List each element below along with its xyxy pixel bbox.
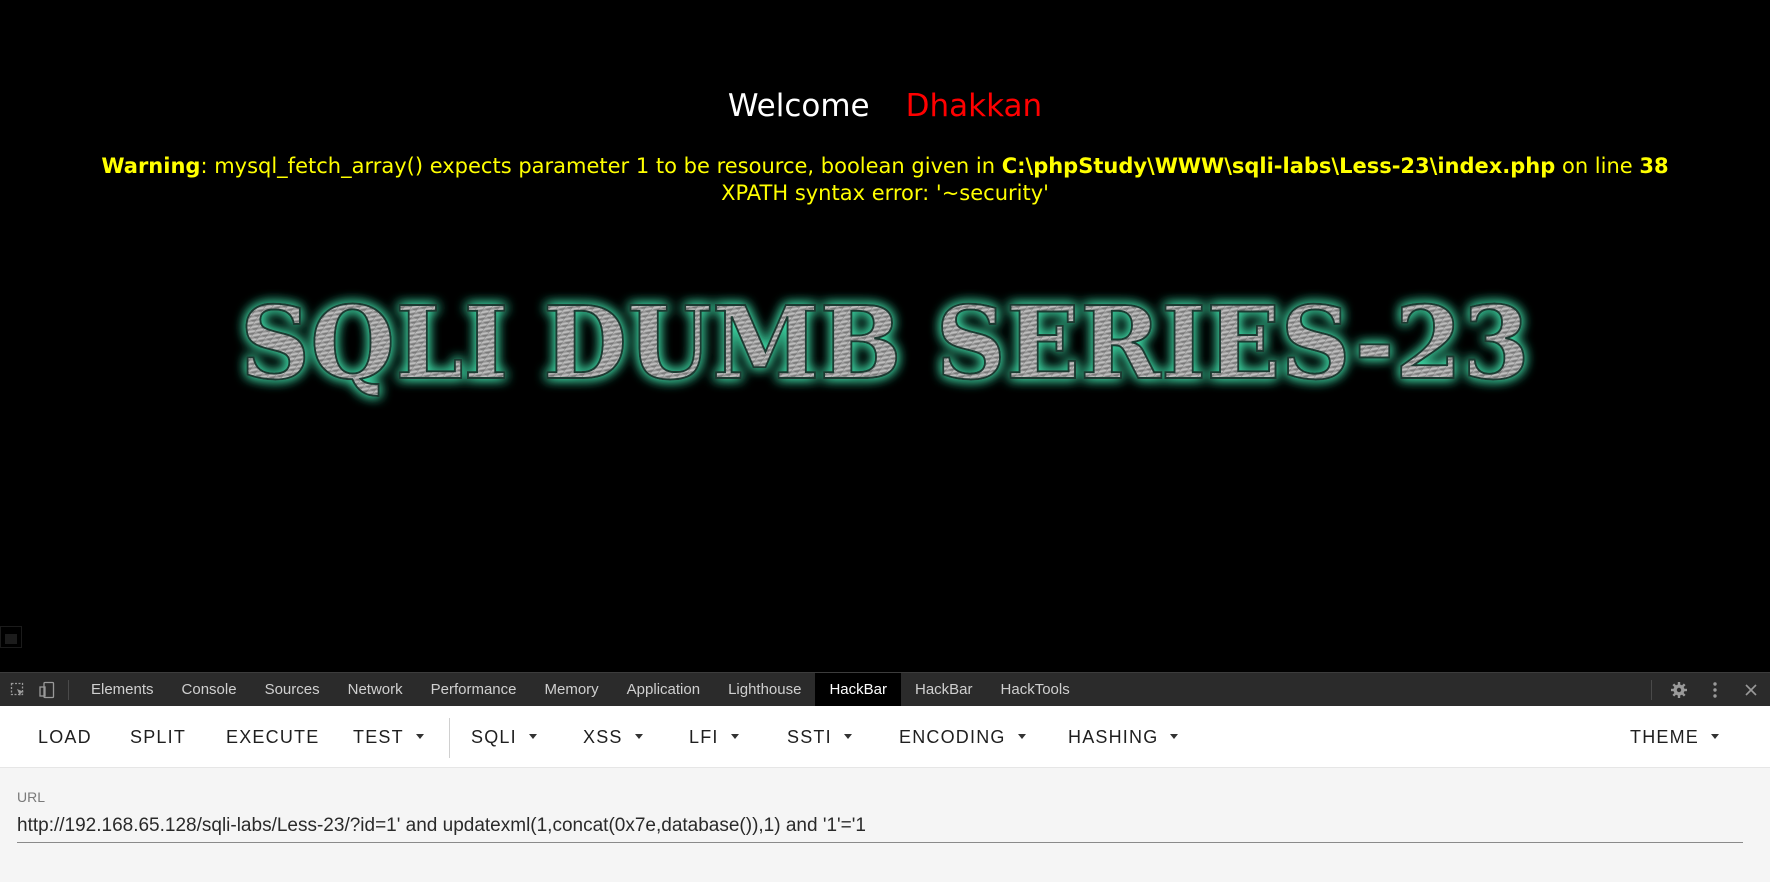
encoding-dropdown[interactable]: ENCODING <box>899 706 1026 768</box>
sqli-banner-image: SQLI DUMB SERIES-23 <box>239 283 1531 403</box>
sqli-dropdown[interactable]: SQLI <box>471 706 537 768</box>
chevron-down-icon <box>528 734 537 740</box>
url-label: URL <box>17 789 46 805</box>
chevron-down-icon <box>1017 734 1026 740</box>
xss-dropdown[interactable]: XSS <box>583 706 643 768</box>
close-icon[interactable] <box>1740 679 1762 701</box>
php-warning: Warning: mysql_fetch_array() expects par… <box>0 153 1770 207</box>
tab-hacktools[interactable]: HackTools <box>987 673 1084 707</box>
execute-button[interactable]: EXECUTE <box>226 706 319 768</box>
tab-console[interactable]: Console <box>168 673 251 707</box>
tab-hackbar-active[interactable]: HackBar <box>815 672 901 707</box>
xpath-error: XPATH syntax error: '~security' <box>721 181 1049 205</box>
warning-on-line: on line <box>1555 154 1640 178</box>
sqli-label: SQLI <box>471 727 517 747</box>
split-label: SPLIT <box>130 727 187 747</box>
warning-file: C:\phpStudy\WWW\sqli-labs\Less-23\index.… <box>1001 154 1556 178</box>
encoding-label: ENCODING <box>899 727 1006 747</box>
chevron-down-icon <box>415 734 424 740</box>
hashing-label: HASHING <box>1068 727 1159 747</box>
test-dropdown[interactable]: TEST <box>353 706 424 768</box>
tab-application[interactable]: Application <box>613 673 714 707</box>
chevron-down-icon <box>730 734 739 740</box>
banner-text: SQLI DUMB SERIES-23 <box>240 284 1530 402</box>
page-viewport: Welcome Dhakkan Warning: mysql_fetch_arra… <box>0 0 1770 672</box>
tab-hackbar-2[interactable]: HackBar <box>901 673 987 707</box>
tab-lighthouse[interactable]: Lighthouse <box>714 673 815 707</box>
tab-elements[interactable]: Elements <box>77 673 168 707</box>
load-label: LOAD <box>38 727 92 747</box>
tab-memory[interactable]: Memory <box>531 673 613 707</box>
devtools-tab-bar: Elements Console Sources Network Perform… <box>0 672 1770 707</box>
chevron-down-icon <box>1711 734 1719 740</box>
chevron-down-icon <box>1170 734 1179 740</box>
toolbar-divider <box>68 679 69 700</box>
ssti-dropdown[interactable]: SSTI <box>787 706 852 768</box>
ssti-label: SSTI <box>787 727 832 747</box>
username: Dhakkan <box>905 88 1043 124</box>
load-button[interactable]: LOAD <box>38 706 92 768</box>
execute-label: EXECUTE <box>226 727 320 747</box>
inspect-element-icon[interactable] <box>7 679 29 701</box>
warning-line: Warning: mysql_fetch_array() expects par… <box>0 153 1770 180</box>
hackbar-panel: LOAD SPLIT EXECUTE TEST SQLI XSS LFI SST… <box>0 706 1770 882</box>
welcome-label: Welcome <box>727 88 870 124</box>
hashing-dropdown[interactable]: HASHING <box>1068 706 1179 768</box>
lfi-label: LFI <box>689 727 719 747</box>
hackbar-toolbar: LOAD SPLIT EXECUTE TEST SQLI XSS LFI SST… <box>0 706 1770 768</box>
welcome-line: Welcome Dhakkan <box>0 88 1770 124</box>
test-label: TEST <box>353 727 404 747</box>
url-input[interactable] <box>17 810 1743 843</box>
warning-message: : mysql_fetch_array() expects parameter … <box>200 154 1002 178</box>
tab-network[interactable]: Network <box>334 673 417 707</box>
tab-sources[interactable]: Sources <box>251 673 334 707</box>
warning-line-number: 38 <box>1639 154 1669 178</box>
lfi-dropdown[interactable]: LFI <box>689 706 739 768</box>
settings-gear-icon[interactable] <box>1668 679 1690 701</box>
tab-performance[interactable]: Performance <box>417 673 531 707</box>
more-options-icon[interactable] <box>1704 679 1726 701</box>
device-toolbar-icon[interactable] <box>36 679 58 701</box>
chevron-down-icon <box>634 734 643 740</box>
toolbar-separator <box>449 718 450 758</box>
theme-label: THEME <box>1630 727 1699 747</box>
right-divider <box>1651 680 1652 700</box>
warning-prefix: Warning <box>101 154 201 178</box>
theme-dropdown[interactable]: THEME <box>1630 706 1719 768</box>
overlay-toggle[interactable] <box>0 626 22 648</box>
xss-label: XSS <box>583 727 623 747</box>
chevron-down-icon <box>843 734 852 740</box>
split-button[interactable]: SPLIT <box>130 706 186 768</box>
